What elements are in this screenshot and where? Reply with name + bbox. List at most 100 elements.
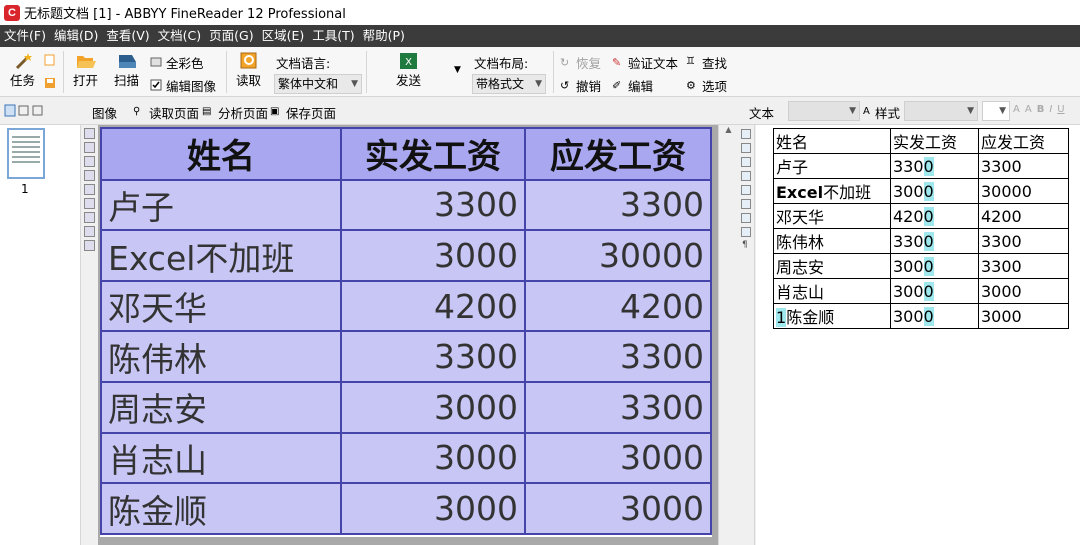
read-button[interactable]: 读取 [236, 52, 261, 89]
text-tool-icon[interactable] [741, 143, 751, 153]
menu-view[interactable]: 查看(V) [102, 25, 153, 47]
barcode-area-tool-icon[interactable] [84, 184, 95, 195]
text-tool-icon[interactable] [741, 129, 751, 139]
text-actual-cell[interactable]: 3000 [890, 303, 979, 329]
text-tool-icon[interactable] [741, 227, 751, 237]
underline-button[interactable]: U [1057, 104, 1064, 115]
uncertain-digit: 0 [923, 231, 934, 251]
text-header-cell[interactable]: 实发工资 [890, 128, 979, 154]
table-area-tool-icon[interactable] [84, 170, 95, 181]
open-button[interactable]: 打开 [73, 52, 98, 89]
restore-button[interactable]: ↻ 恢复 [560, 53, 601, 72]
text-due-cell[interactable]: 3000 [978, 303, 1069, 329]
font-size-select[interactable]: ▼ [982, 101, 1010, 121]
shrink-font-button[interactable]: A [1025, 104, 1032, 115]
menu-file[interactable]: 文件(F) [0, 25, 50, 47]
menu-tools[interactable]: 工具(T) [308, 25, 358, 47]
menu-area[interactable]: 区域(E) [258, 25, 309, 47]
save-page-button[interactable]: ▣ 保存页面 [270, 103, 336, 122]
text-header-cell[interactable]: 姓名 [773, 128, 891, 154]
abbyy-logo-icon: C [4, 4, 20, 21]
edit-button[interactable]: ✐ 编辑 [612, 76, 653, 95]
text-tool-icon[interactable] [741, 185, 751, 195]
options-button[interactable]: ⚙ 选项 [686, 76, 727, 95]
recognized-table-area[interactable]: 姓名 实发工资 应发工资 卢子 3300 3300 Excel不加班 3000 3000… [100, 127, 712, 535]
text-name-cell[interactable]: 邓天华 [773, 203, 891, 229]
image-pane-scrollbar[interactable]: ▲ [718, 125, 738, 545]
eraser-tool-icon[interactable] [84, 212, 95, 223]
analyze-page-button[interactable]: ▤ 分析页面 [202, 103, 268, 122]
pilcrow-icon[interactable]: ¶ [742, 240, 754, 250]
uncertain-mark: 1 [776, 308, 787, 327]
send-button[interactable]: X 发送 [396, 52, 421, 89]
text-due-cell[interactable]: 30000 [978, 178, 1069, 204]
doc-language-select[interactable]: 繁体中文和 ▼ [274, 74, 362, 94]
text-area-tool-icon[interactable] [84, 142, 95, 153]
digits: 330 [893, 156, 924, 176]
recognized-text-table[interactable]: 姓名 实发工资 应发工资 卢子 3300 3300 Excel不加班 3000 … [773, 128, 1069, 329]
italic-button[interactable]: I [1049, 104, 1052, 115]
text-name-cell[interactable]: 卢子 [773, 153, 891, 179]
picture-area-tool-icon[interactable] [84, 156, 95, 167]
scan-label: 扫描 [114, 73, 140, 88]
full-color-option[interactable]: 全彩色 [150, 53, 204, 72]
verify-text-button[interactable]: ✎ 验证文本 [612, 53, 678, 72]
menu-help[interactable]: 帮助(P) [359, 25, 409, 47]
view-mode-buttons[interactable] [4, 104, 44, 118]
find-button[interactable]: ♊ 查找 [686, 53, 727, 72]
text-due-cell[interactable]: 3300 [978, 228, 1069, 254]
menu-edit[interactable]: 编辑(D) [50, 25, 102, 47]
font-name-select[interactable]: ▼ [904, 101, 978, 121]
text-due-cell[interactable]: 3300 [978, 153, 1069, 179]
thumbnail-line [12, 146, 40, 148]
text-due-cell[interactable]: 3300 [978, 253, 1069, 279]
text-name-cell[interactable]: 肖志山 [773, 278, 891, 304]
save-page-icon: ▣ [270, 105, 280, 117]
text-actual-cell[interactable]: 3000 [890, 253, 979, 279]
task-button[interactable]: 任务 [10, 52, 35, 89]
text-actual-cell[interactable]: 3300 [890, 153, 979, 179]
scroll-up-icon[interactable]: ▲ [719, 125, 738, 134]
undo-button[interactable]: ↺ 撤销 [560, 76, 601, 95]
text-name-cell[interactable]: Excel不加班 [773, 178, 891, 204]
text-header-cell[interactable]: 应发工资 [978, 128, 1069, 154]
font-format-buttons[interactable]: A A B I U [1013, 104, 1065, 115]
style-button[interactable]: A 样式 [863, 103, 900, 122]
actual-pay-cell: 4200 [340, 279, 526, 333]
save-small-icon[interactable] [44, 77, 56, 89]
select-area-tool-icon[interactable] [84, 128, 95, 139]
text-actual-cell[interactable]: 3000 [890, 278, 979, 304]
text-actual-cell[interactable]: 3000 [890, 178, 979, 204]
scan-button[interactable]: 扫描 [114, 52, 139, 89]
pointer-tool-icon[interactable] [84, 226, 95, 237]
page-thumbnail[interactable] [7, 128, 45, 179]
grow-font-button[interactable]: A [1013, 104, 1020, 115]
text-tool-icon[interactable] [741, 171, 751, 181]
bold-button[interactable]: B [1037, 104, 1045, 115]
new-doc-icon[interactable] [44, 54, 56, 66]
text-tool-icon[interactable] [741, 199, 751, 209]
menu-document[interactable]: 文档(C) [154, 25, 205, 47]
menu-page[interactable]: 页面(G) [205, 25, 257, 47]
text-tool-icon[interactable] [741, 157, 751, 167]
text-row: 周志安 3000 3300 [773, 253, 1069, 279]
text-name-cell[interactable]: 周志安 [773, 253, 891, 279]
text-name-cell[interactable]: 陈伟林 [773, 228, 891, 254]
background-area-tool-icon[interactable] [84, 198, 95, 209]
read-page-button[interactable]: ⚲ 读取页面 [133, 103, 199, 122]
hand-tool-icon[interactable] [84, 240, 95, 251]
doc-layout-select[interactable]: 带格式文 ▼ [472, 74, 546, 94]
digits: 300 [893, 281, 924, 301]
send-dropdown-icon[interactable]: ▼ [454, 65, 461, 75]
name-text: 陈伟林 [776, 233, 825, 252]
paragraph-style-select[interactable]: ▼ [788, 101, 860, 121]
text-due-cell[interactable]: 3000 [978, 278, 1069, 304]
text-name-cell[interactable]: 1陈金顺 [773, 303, 891, 329]
text-actual-cell[interactable]: 4200 [890, 203, 979, 229]
text-pane[interactable]: 姓名 实发工资 应发工资 卢子 3300 3300 Excel不加班 3000 … [756, 125, 1080, 545]
text-tool-icon[interactable] [741, 213, 751, 223]
text-due-cell[interactable]: 4200 [978, 203, 1069, 229]
text-actual-cell[interactable]: 3300 [890, 228, 979, 254]
edit-image-checkbox[interactable]: 编辑图像 [150, 76, 216, 95]
scanned-page[interactable]: 姓名 实发工资 应发工资 卢子 3300 3300 Excel不加班 3000 3000… [100, 127, 712, 537]
